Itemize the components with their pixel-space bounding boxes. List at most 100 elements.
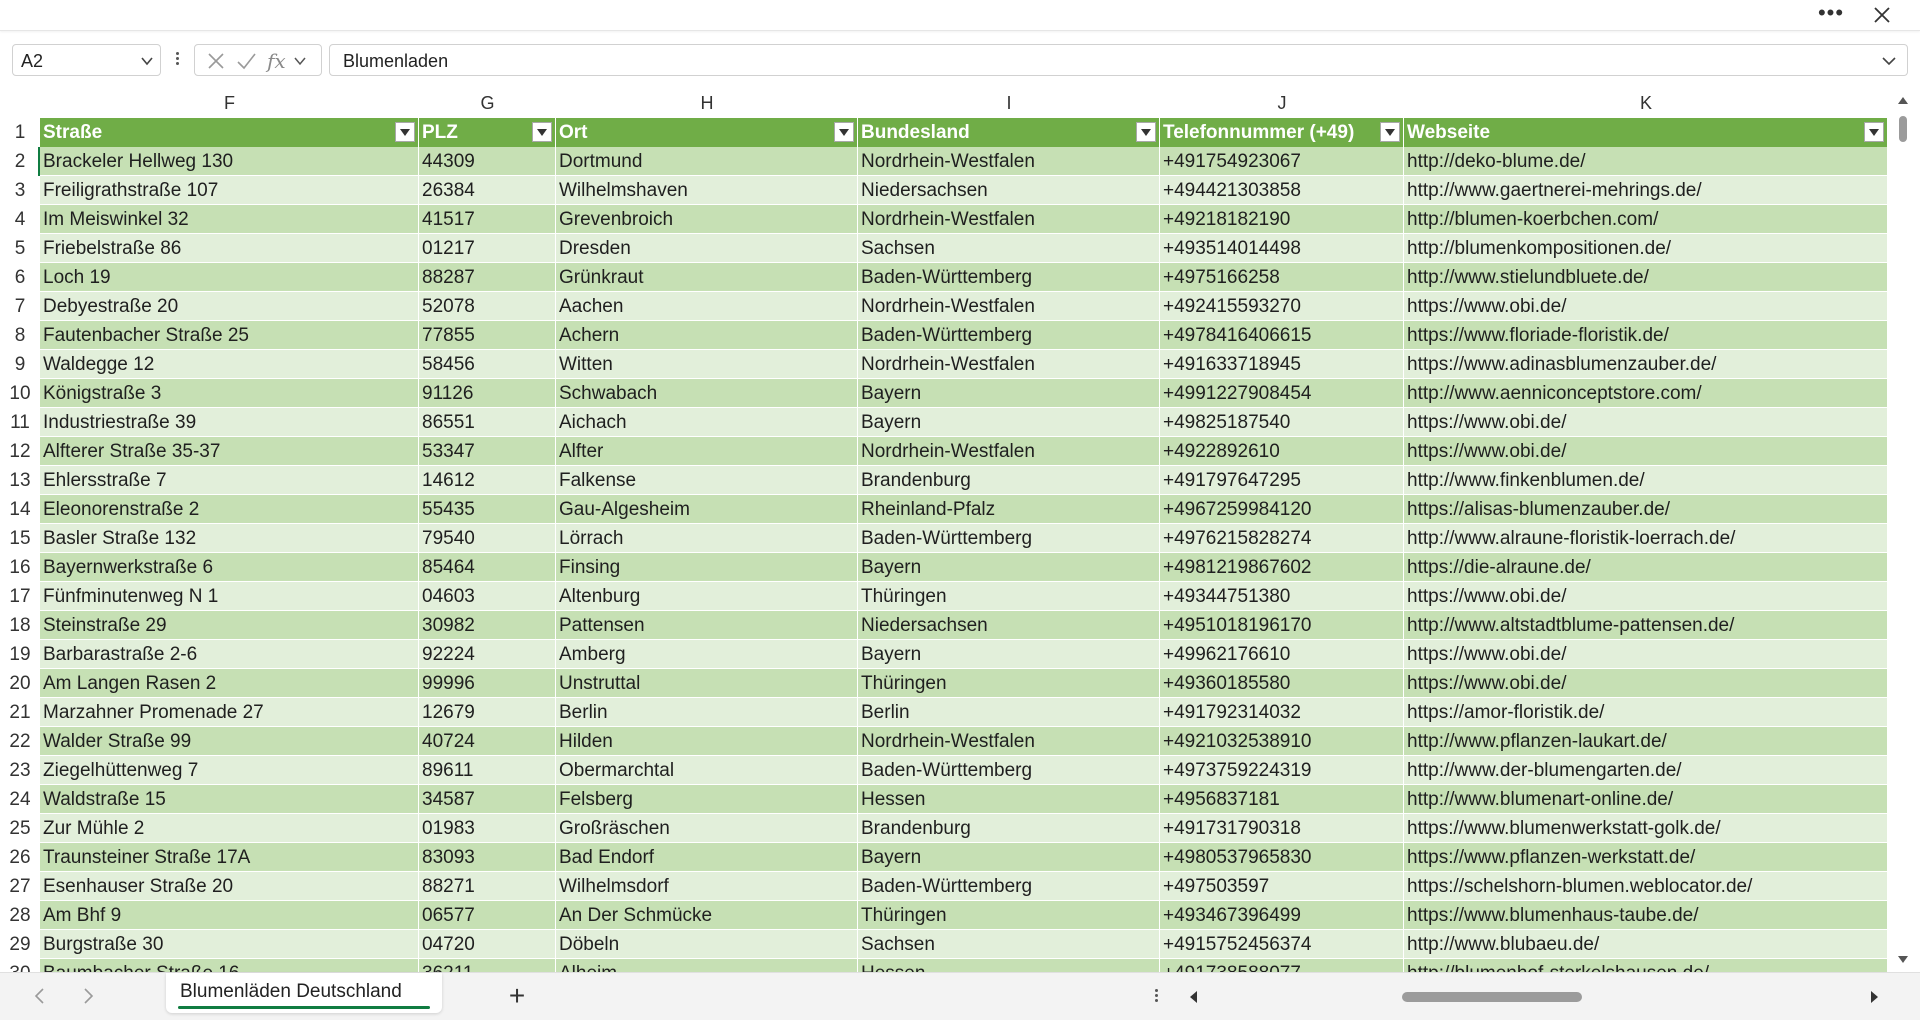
table-cell[interactable]: Bad Endorf — [556, 843, 858, 872]
table-cell[interactable]: Schwabach — [556, 379, 858, 408]
table-cell[interactable]: 34587 — [419, 785, 556, 814]
table-cell[interactable]: Hessen — [858, 959, 1160, 972]
table-cell[interactable]: +4981219867602 — [1160, 553, 1404, 582]
table-cell[interactable]: Alheim — [556, 959, 858, 972]
table-cell[interactable]: Basler Straße 132 — [40, 524, 419, 553]
table-cell[interactable]: https://alisas-blumenzauber.de/ — [1404, 495, 1888, 524]
table-cell[interactable]: Marzahner Promenade 27 — [40, 698, 419, 727]
table-cell[interactable]: 12679 — [419, 698, 556, 727]
table-cell[interactable]: Grevenbroich — [556, 205, 858, 234]
table-cell[interactable]: +4975166258 — [1160, 263, 1404, 292]
table-cell[interactable]: https://die-alraune.de/ — [1404, 553, 1888, 582]
table-cell[interactable]: http://www.pflanzen-laukart.de/ — [1404, 727, 1888, 756]
table-cell[interactable]: http://www.alraune-floristik-loerrach.de… — [1404, 524, 1888, 553]
table-cell[interactable]: Steinstraße 29 — [40, 611, 419, 640]
table-cell[interactable]: Altenburg — [556, 582, 858, 611]
filter-dropdown-icon[interactable] — [395, 122, 415, 142]
table-cell[interactable]: 55435 — [419, 495, 556, 524]
row-header[interactable]: 11 — [0, 408, 40, 437]
row-header[interactable]: 9 — [0, 350, 40, 379]
add-sheet-icon[interactable]: + — [502, 982, 532, 1012]
table-cell[interactable]: Traunsteiner Straße 17A — [40, 843, 419, 872]
table-cell[interactable]: http://www.altstadtblume-pattensen.de/ — [1404, 611, 1888, 640]
table-cell[interactable]: Walder Straße 99 — [40, 727, 419, 756]
table-cell[interactable]: Bayernwerkstraße 6 — [40, 553, 419, 582]
table-cell[interactable]: Obermarchtal — [556, 756, 858, 785]
table-cell[interactable]: Brandenburg — [858, 466, 1160, 495]
horizontal-scrollbar[interactable] — [1182, 983, 1888, 1011]
table-cell[interactable]: Ziegelhüttenweg 7 — [40, 756, 419, 785]
insert-function-icon[interactable]: fx — [267, 50, 291, 72]
chevron-down-icon[interactable] — [140, 54, 154, 73]
table-cell[interactable]: +49360185580 — [1160, 669, 1404, 698]
column-header-0[interactable]: F — [40, 90, 419, 116]
table-cell[interactable]: Unstruttal — [556, 669, 858, 698]
table-cell[interactable]: 92224 — [419, 640, 556, 669]
table-cell[interactable]: http://blumen-koerbchen.com/ — [1404, 205, 1888, 234]
table-cell[interactable]: Ehlersstraße 7 — [40, 466, 419, 495]
table-cell[interactable]: Nordrhein-Westfalen — [858, 727, 1160, 756]
table-cell[interactable]: 04720 — [419, 930, 556, 959]
table-cell[interactable]: https://www.obi.de/ — [1404, 582, 1888, 611]
table-cell[interactable]: +491633718945 — [1160, 350, 1404, 379]
more-options-icon[interactable]: ••• — [1810, 0, 1852, 30]
table-cell[interactable]: Achern — [556, 321, 858, 350]
column-header-3[interactable]: I — [858, 90, 1160, 116]
table-cell[interactable]: 01983 — [419, 814, 556, 843]
table-cell[interactable]: 83093 — [419, 843, 556, 872]
row-header[interactable]: 13 — [0, 466, 40, 495]
row-header[interactable]: 17 — [0, 582, 40, 611]
row-header[interactable]: 4 — [0, 205, 40, 234]
scroll-down-icon[interactable] — [1896, 952, 1910, 966]
table-cell[interactable]: Am Bhf 9 — [40, 901, 419, 930]
formula-bar-more-icon[interactable] — [172, 50, 182, 70]
table-cell[interactable]: http://www.aenniconceptstore.com/ — [1404, 379, 1888, 408]
table-cell[interactable]: https://www.blumenwerkstatt-golk.de/ — [1404, 814, 1888, 843]
table-cell[interactable]: Nordrhein-Westfalen — [858, 147, 1160, 176]
table-cell[interactable]: Grünkraut — [556, 263, 858, 292]
table-cell[interactable]: Sachsen — [858, 234, 1160, 263]
table-cell[interactable]: 89611 — [419, 756, 556, 785]
table-cell[interactable]: http://www.blubaeu.de/ — [1404, 930, 1888, 959]
table-cell[interactable]: Esenhauser Straße 20 — [40, 872, 419, 901]
table-cell[interactable]: Barbarastraße 2-6 — [40, 640, 419, 669]
table-cell[interactable]: Wilhelmsdorf — [556, 872, 858, 901]
table-cell[interactable]: https://www.pflanzen-werkstatt.de/ — [1404, 843, 1888, 872]
table-cell[interactable]: Nordrhein-Westfalen — [858, 437, 1160, 466]
previous-sheet-icon[interactable] — [30, 986, 50, 1006]
row-header[interactable]: 14 — [0, 495, 40, 524]
row-header[interactable]: 24 — [0, 785, 40, 814]
scroll-left-icon[interactable] — [1186, 989, 1202, 1005]
table-cell[interactable]: https://www.adinasblumenzauber.de/ — [1404, 350, 1888, 379]
filter-dropdown-icon[interactable] — [532, 122, 552, 142]
table-cell[interactable]: Berlin — [858, 698, 1160, 727]
sheet-tab-blumenlaeden[interactable]: Blumenläden Deutschland — [166, 973, 442, 1013]
table-cell[interactable]: Rheinland-Pfalz — [858, 495, 1160, 524]
table-cell[interactable]: +492415593270 — [1160, 292, 1404, 321]
table-cell[interactable]: Bayern — [858, 408, 1160, 437]
table-cell[interactable]: +49962176610 — [1160, 640, 1404, 669]
table-cell[interactable]: Eleonorenstraße 2 — [40, 495, 419, 524]
row-header[interactable]: 15 — [0, 524, 40, 553]
table-cell[interactable]: Sachsen — [858, 930, 1160, 959]
table-cell[interactable]: http://blumenkompositionen.de/ — [1404, 234, 1888, 263]
table-cell[interactable]: http://www.finkenblumen.de/ — [1404, 466, 1888, 495]
table-cell[interactable]: Im Meiswinkel 32 — [40, 205, 419, 234]
cancel-icon[interactable] — [205, 50, 227, 72]
table-cell[interactable]: Baden-Württemberg — [858, 756, 1160, 785]
table-cell[interactable]: +4967259984120 — [1160, 495, 1404, 524]
table-cell[interactable]: Loch 19 — [40, 263, 419, 292]
table-cell[interactable]: 52078 — [419, 292, 556, 321]
table-cell[interactable]: +491792314032 — [1160, 698, 1404, 727]
filter-dropdown-icon[interactable] — [1380, 122, 1400, 142]
row-header[interactable]: 21 — [0, 698, 40, 727]
table-cell[interactable]: Königstraße 3 — [40, 379, 419, 408]
table-cell[interactable]: Bayern — [858, 379, 1160, 408]
table-cell[interactable]: 86551 — [419, 408, 556, 437]
column-header-2[interactable]: H — [556, 90, 858, 116]
table-cell[interactable]: Amberg — [556, 640, 858, 669]
table-cell[interactable]: +4978416406615 — [1160, 321, 1404, 350]
table-cell[interactable]: 88287 — [419, 263, 556, 292]
row-header[interactable]: 20 — [0, 669, 40, 698]
table-cell[interactable]: 85464 — [419, 553, 556, 582]
